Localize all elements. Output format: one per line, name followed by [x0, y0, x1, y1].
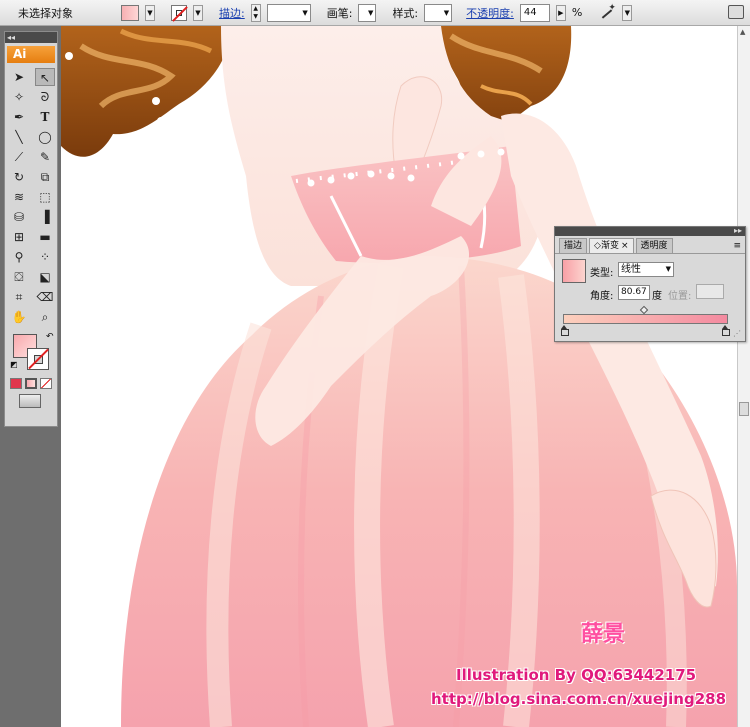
- illustration-artwork: [61, 26, 737, 727]
- degree-label: 度: [652, 291, 662, 302]
- free-transform-tool-icon[interactable]: ⬚: [35, 188, 55, 206]
- swap-fill-stroke-icon[interactable]: ↶: [46, 332, 54, 342]
- panel-tabs: 描边 ◇渐变 × 透明度: [555, 238, 745, 254]
- fill-dropdown-arrow[interactable]: ▼: [145, 4, 155, 21]
- live-paint-selection-tool-icon[interactable]: ⬕: [35, 268, 55, 286]
- pen-tool-icon[interactable]: ✒: [9, 108, 29, 126]
- slice-tool-icon[interactable]: ⌗: [9, 288, 29, 306]
- stroke-weight-spinner[interactable]: ▲ ▼: [250, 3, 261, 22]
- recolor-dropdown-arrow[interactable]: ▼: [622, 4, 633, 21]
- tab-transparency[interactable]: 透明度: [635, 238, 673, 253]
- gradient-swatch[interactable]: [562, 259, 586, 283]
- default-colors-icon[interactable]: ◩: [10, 360, 18, 369]
- zoom-tool-icon[interactable]: ⌕: [35, 308, 55, 326]
- none-mode-icon[interactable]: [40, 378, 52, 389]
- location-label: 位置:: [668, 291, 692, 302]
- location-field[interactable]: [696, 284, 724, 299]
- watermark-name: 薛景: [581, 622, 626, 647]
- scroll-thumb[interactable]: [739, 402, 749, 416]
- screen-mode-icon[interactable]: [19, 394, 41, 408]
- angle-label: 角度:: [590, 291, 614, 302]
- control-bar: 未选择对象 ▼ ▼ 描边: ▲ ▼ ▼ 画笔: ▼ 样式: ▼ 不透明度: 44 …: [0, 0, 750, 26]
- stroke-label[interactable]: 描边:: [219, 5, 245, 21]
- tab-gradient-icon: ◇: [594, 241, 601, 251]
- fill-stroke-widget: ↶ ◩: [7, 332, 55, 372]
- rotate-tool-icon[interactable]: ↻: [9, 168, 29, 186]
- type-value: 线性: [621, 264, 641, 275]
- opacity-field[interactable]: 44: [519, 3, 550, 22]
- stroke-weight-field[interactable]: ▼: [266, 3, 311, 22]
- lasso-tool-icon[interactable]: ᘐ: [35, 88, 55, 106]
- app-logo: Ai: [7, 46, 55, 63]
- panel-resize-grip[interactable]: ⋰: [733, 329, 741, 338]
- color-mode-buttons: [5, 376, 57, 391]
- type-dropdown[interactable]: 线性 ▼: [618, 262, 674, 277]
- opacity-unit: %: [571, 6, 583, 19]
- opacity-arrow[interactable]: ▶: [555, 4, 566, 21]
- tab-stroke[interactable]: 描边: [559, 238, 588, 253]
- mesh-tool-icon[interactable]: ⊞: [9, 228, 29, 246]
- panel-menu-icon[interactable]: ≡: [733, 241, 741, 251]
- column-graph-tool-icon[interactable]: ▐: [35, 208, 55, 226]
- symbol-sprayer-tool-icon[interactable]: ⛁: [9, 208, 29, 226]
- type-label: 类型:: [590, 268, 614, 279]
- artboard-canvas[interactable]: 薛景 Illustration By QQ:63442175 http://bl…: [61, 26, 737, 727]
- stroke-swatch[interactable]: [27, 348, 49, 370]
- magic-wand-tool-icon[interactable]: ✧: [9, 88, 29, 106]
- style-dropdown[interactable]: ▼: [424, 3, 453, 22]
- gradient-tool-icon[interactable]: ▬: [35, 228, 55, 246]
- selection-tool-icon[interactable]: ➤: [9, 68, 29, 86]
- color-mode-icon[interactable]: [10, 378, 22, 389]
- gradient-stop-start[interactable]: [561, 325, 569, 336]
- paintbrush-tool-icon[interactable]: ⟋: [9, 148, 29, 166]
- selection-status: 未选择对象: [18, 6, 73, 20]
- pencil-tool-icon[interactable]: ✎: [35, 148, 55, 166]
- angle-field[interactable]: 80.67: [618, 285, 650, 300]
- close-tab-icon[interactable]: ×: [621, 241, 629, 251]
- watermark-line-1: Illustration By QQ:63442175: [456, 666, 697, 684]
- gradient-slider-bar[interactable]: [563, 314, 728, 324]
- scale-tool-icon[interactable]: ⧉: [35, 168, 55, 186]
- warp-tool-icon[interactable]: ≋: [9, 188, 29, 206]
- vertical-scrollbar[interactable]: ▲: [737, 26, 750, 727]
- gradient-panel: ▸▸ 描边 ◇渐变 × 透明度 ≡ 类型: 线性 ▼ 角度: 80.67 度 位置:…: [554, 226, 746, 342]
- recolor-wand-icon[interactable]: [598, 3, 616, 21]
- type-tool-icon[interactable]: T: [35, 108, 55, 126]
- gradient-mode-icon[interactable]: [25, 378, 37, 389]
- direct-selection-tool-icon[interactable]: ↖: [35, 68, 55, 86]
- brush-label: 画笔:: [326, 6, 353, 20]
- panel-header[interactable]: ▸▸: [555, 226, 745, 236]
- tools-panel: ◂◂ Ai ➤ ↖ ✧ ᘐ ✒ T ╲ ◯ ⟋ ✎ ↻ ⧉ ≋ ⬚ ⛁ ▐ ⊞ …: [4, 31, 58, 427]
- watermark-line-2: http://blog.sina.com.cn/xuejing288: [431, 690, 727, 708]
- blend-tool-icon[interactable]: ⁘: [35, 248, 55, 266]
- gradient-midpoint-diamond[interactable]: [639, 305, 649, 315]
- illustrator-window: 未选择对象 ▼ ▼ 描边: ▲ ▼ ▼ 画笔: ▼ 样式: ▼ 不透明度: 44 …: [0, 0, 750, 727]
- stroke-dropdown-arrow[interactable]: ▼: [193, 4, 203, 21]
- document-setup-icon[interactable]: [728, 5, 744, 19]
- eyedropper-tool-icon[interactable]: ⚲: [9, 248, 29, 266]
- scroll-up-arrow[interactable]: ▲: [740, 28, 745, 36]
- ellipse-tool-icon[interactable]: ◯: [35, 128, 55, 146]
- tools-collapse-icon[interactable]: ◂◂: [5, 32, 57, 43]
- chevron-down-icon: ▼: [665, 265, 671, 273]
- live-paint-bucket-tool-icon[interactable]: ⛋: [9, 268, 29, 286]
- fill-color-button[interactable]: [121, 4, 139, 21]
- line-tool-icon[interactable]: ╲: [9, 128, 29, 146]
- eraser-tool-icon[interactable]: ⌫: [35, 288, 55, 306]
- tab-gradient[interactable]: ◇渐变 ×: [589, 238, 634, 253]
- tab-gradient-label: 渐变: [600, 241, 619, 251]
- stroke-color-button[interactable]: [171, 4, 187, 21]
- opacity-label[interactable]: 不透明度:: [466, 5, 514, 21]
- hand-tool-icon[interactable]: ✋: [9, 308, 29, 326]
- gradient-stop-end[interactable]: [722, 325, 730, 336]
- brush-dropdown[interactable]: ▼: [358, 3, 377, 22]
- style-label: 样式:: [392, 6, 419, 20]
